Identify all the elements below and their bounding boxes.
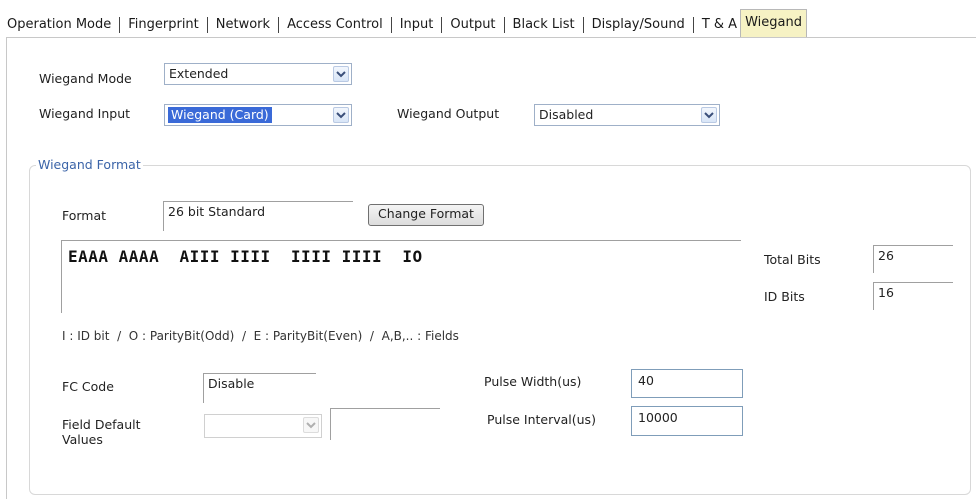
wiegand-input-value: Wiegand (Card)	[168, 107, 272, 123]
fc-code-label: FC Code	[62, 379, 114, 394]
pulse-width-input[interactable]: 40	[631, 369, 743, 398]
change-format-button[interactable]: Change Format	[368, 204, 484, 226]
field-default-select[interactable]	[204, 414, 322, 438]
tab-t-a[interactable]: T & A	[701, 13, 738, 37]
wiegand-mode-value: Extended	[169, 66, 229, 81]
pulse-interval-label: Pulse Interval(us)	[487, 412, 596, 427]
tab-bar: Operation Mode Fingerprint Network Access C…	[0, 0, 980, 38]
pulse-interval-input[interactable]: 10000	[631, 406, 743, 436]
field-default-field[interactable]	[330, 408, 440, 440]
wiegand-output-value: Disabled	[539, 107, 594, 122]
field-default-label: Field Default Values	[62, 417, 141, 447]
tab-separator	[390, 17, 392, 33]
bit-legend: I : ID bit / O : ParityBit(Odd) / E : Pa…	[62, 329, 459, 343]
tab-separator	[692, 17, 694, 33]
tab-list: Operation Mode Fingerprint Network Access C…	[6, 9, 811, 37]
total-bits-field[interactable]: 26	[873, 245, 953, 273]
fc-code-field[interactable]: Disable	[203, 373, 316, 403]
tab-input[interactable]: Input	[399, 13, 435, 37]
wiegand-output-select[interactable]: Disabled	[534, 104, 720, 126]
wiegand-input-select[interactable]: Wiegand (Card)	[164, 104, 352, 126]
total-bits-label: Total Bits	[764, 252, 821, 267]
pulse-width-label: Pulse Width(us)	[484, 374, 582, 389]
tab-separator	[582, 17, 584, 33]
tab-separator	[119, 17, 121, 33]
tab-separator	[441, 17, 443, 33]
bit-pattern: EAAA AAAA AIII IIII IIII IIII IO	[68, 247, 423, 266]
tab-access-control[interactable]: Access Control	[286, 13, 384, 37]
chevron-down-icon[interactable]	[701, 107, 717, 123]
tab-output[interactable]: Output	[449, 13, 496, 37]
tab-operation-mode[interactable]: Operation Mode	[6, 13, 112, 37]
wiegand-mode-select[interactable]: Extended	[164, 63, 352, 85]
tab-separator	[206, 17, 208, 33]
tab-separator	[278, 17, 280, 33]
tab-display-sound[interactable]: Display/Sound	[591, 13, 686, 37]
tab-fingerprint[interactable]: Fingerprint	[127, 13, 200, 37]
format-label: Format	[62, 208, 107, 223]
tab-wiegand[interactable]: Wiegand	[740, 9, 807, 37]
wiegand-output-label: Wiegand Output	[397, 106, 500, 121]
format-field[interactable]: 26 bit Standard	[163, 201, 353, 231]
chevron-down-icon[interactable]	[303, 417, 319, 433]
id-bits-field[interactable]: 16	[873, 282, 953, 310]
id-bits-label: ID Bits	[764, 289, 805, 304]
tab-network[interactable]: Network	[215, 13, 271, 37]
wiegand-mode-label: Wiegand Mode	[39, 71, 132, 86]
tab-black-list[interactable]: Black List	[512, 13, 576, 37]
chevron-down-icon[interactable]	[333, 66, 349, 82]
wiegand-input-label: Wiegand Input	[39, 106, 131, 121]
tab-separator	[503, 17, 505, 33]
wiegand-format-title: Wiegand Format	[36, 157, 143, 172]
chevron-down-icon[interactable]	[333, 107, 349, 123]
